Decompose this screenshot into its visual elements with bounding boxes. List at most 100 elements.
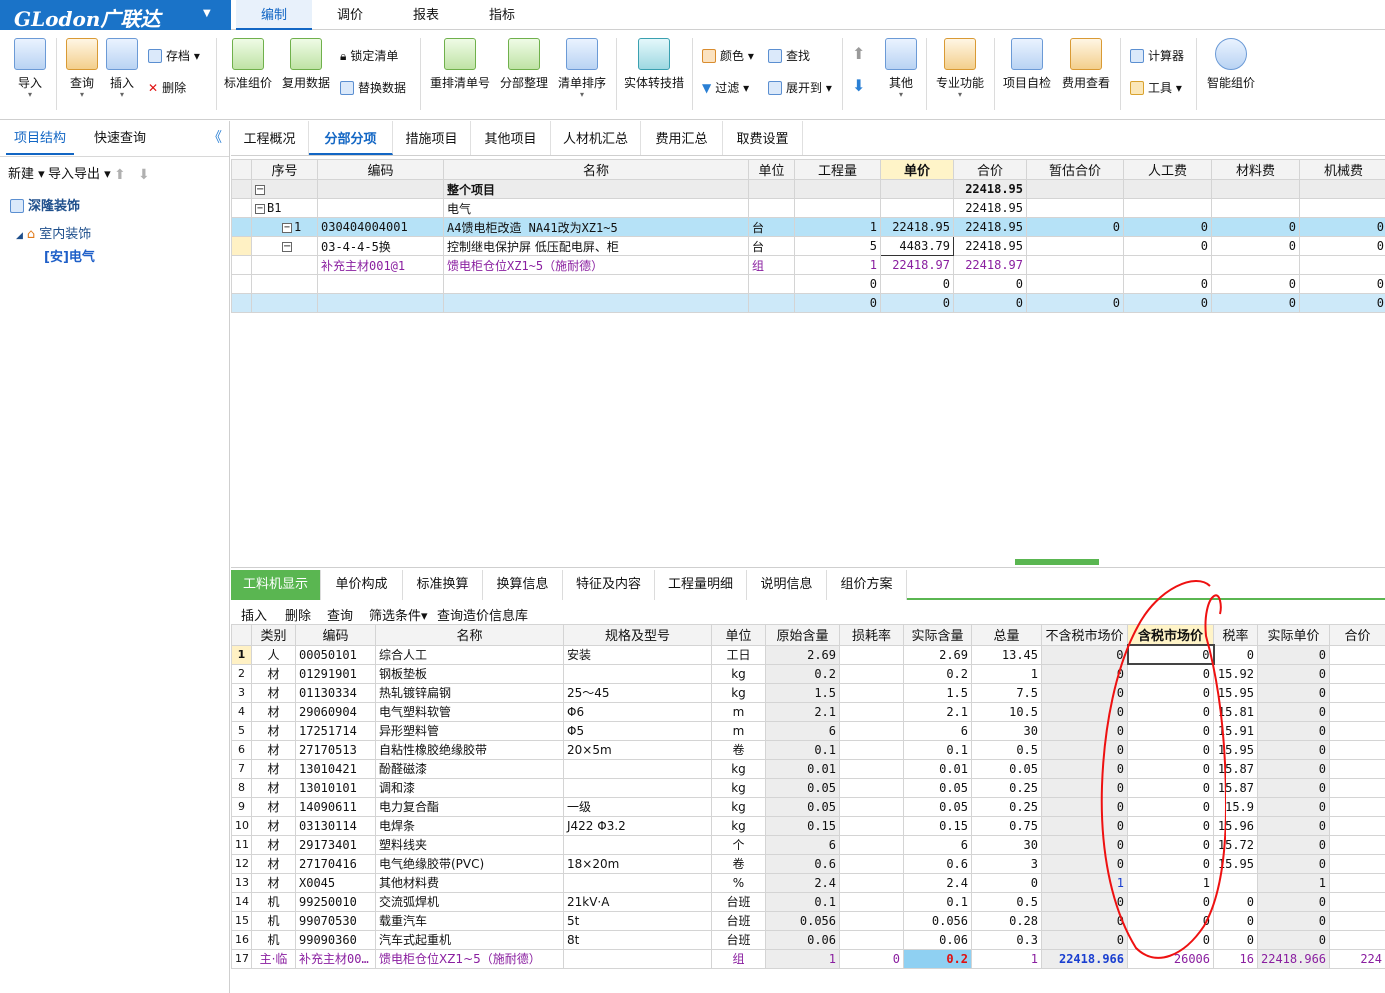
reuse-data-button[interactable]: 复用数据 (280, 38, 332, 108)
collapse-pane-icon[interactable]: 《 (208, 127, 222, 147)
col-spec[interactable]: 规格及型号 (563, 624, 712, 646)
down-arrow-icon[interactable]: ⬇ (138, 165, 150, 185)
table-row[interactable]: 0 0 0 0 0 0 0 (231, 293, 1385, 313)
collapse-icon[interactable]: − (255, 184, 265, 195)
col-est-total[interactable]: 暂估合价 (1026, 159, 1124, 180)
tree-child-node[interactable]: ◢ ⌂ 室内装饰 (16, 225, 91, 245)
col-name[interactable]: 名称 (375, 624, 564, 646)
col-unit[interactable]: 单位 (711, 624, 766, 646)
menu-tab-edit[interactable]: 编制 (236, 0, 312, 30)
color-button[interactable]: 颜色 ▾ (702, 46, 754, 66)
chevron-down-icon[interactable]: ▼ (203, 8, 211, 19)
self-check-button[interactable]: 项目自检 (1000, 38, 1054, 108)
tree-leaf-node[interactable]: [安]电气 (44, 248, 95, 268)
table-row[interactable]: 0 0 0 0 0 0 (231, 274, 1385, 294)
col-total-qty[interactable]: 总量 (971, 624, 1042, 646)
filter-condition-button[interactable]: 筛选条件▾ (369, 605, 428, 624)
tab-sections[interactable]: 分部分项 (309, 121, 393, 155)
tab-overview[interactable]: 工程概况 (231, 121, 309, 155)
expand-to-button[interactable]: 展开到 ▾ (768, 78, 832, 98)
tab-conversion-info[interactable]: 换算信息 (483, 570, 563, 600)
delete-detail-button[interactable]: 删除 (285, 605, 311, 624)
col-material[interactable]: 材料费 (1211, 159, 1300, 180)
col-seq[interactable]: 序号 (251, 159, 318, 180)
binoculars-icon (768, 49, 782, 63)
collapse-icon[interactable]: − (282, 222, 292, 233)
up-arrow-icon[interactable]: ⬆ (114, 165, 126, 185)
table-row[interactable]: − 03-4-4-5换 控制继电保护屏 低压配电屏、柜 台 5 4483.79 … (231, 236, 1385, 256)
tree-root-node[interactable]: 深隆装饰 (10, 197, 80, 217)
table-row[interactable]: − 整个项目 22418.95 (231, 179, 1385, 199)
col-actual-content[interactable]: 实际含量 (903, 624, 972, 646)
col-code[interactable]: 编码 (317, 159, 444, 180)
table-row[interactable]: 补充主材001@1 馈电柜仓位XZ1~5（施耐德） 组 1 22418.97 2… (231, 255, 1385, 275)
delete-button[interactable]: ✕ 删除 (148, 78, 186, 98)
col-actual-price[interactable]: 实际单价 (1257, 624, 1330, 646)
tab-cost-summary[interactable]: 费用汇总 (641, 121, 723, 155)
tab-project-structure[interactable]: 项目结构 (6, 121, 74, 155)
col-name[interactable]: 名称 (443, 159, 749, 180)
col-total[interactable]: 合价 (953, 159, 1027, 180)
smart-price-button[interactable]: 智能组价 (1202, 38, 1260, 108)
query-button[interactable]: 查询 ▾ (60, 38, 104, 108)
new-button[interactable]: 新建 ▾ (8, 165, 45, 185)
tab-labor-material-summary[interactable]: 人材机汇总 (551, 121, 641, 155)
replace-data-button[interactable]: 替换数据 (340, 78, 406, 98)
cost-view-button[interactable]: 费用查看 (1058, 38, 1114, 108)
filter-button[interactable]: ▼ 过滤 ▾ (702, 78, 749, 98)
insert-button[interactable]: 插入 ▾ (102, 38, 142, 108)
save-button[interactable]: 存档 ▾ (148, 46, 200, 66)
menu-tab-index[interactable]: 指标 (464, 0, 540, 30)
import-export-button[interactable]: 导入导出 ▾ (48, 165, 111, 185)
renumber-button[interactable]: 重排清单号 (428, 38, 492, 108)
tab-quantity-detail[interactable]: 工程量明细 (655, 570, 747, 600)
pro-function-button[interactable]: 专业功能 ▾ (932, 38, 988, 108)
tab-unit-price-composition[interactable]: 单价构成 (321, 570, 403, 600)
tab-standard-conversion[interactable]: 标准换算 (403, 570, 483, 600)
unit-price-cell-editing[interactable]: 4483.79 (880, 236, 954, 256)
calculator-button[interactable]: 计算器 (1130, 46, 1184, 66)
col-unit[interactable]: 单位 (748, 159, 795, 180)
collapse-triangle-icon[interactable]: ◢ (16, 231, 23, 241)
find-button[interactable]: 查找 (768, 46, 810, 66)
tab-measures[interactable]: 措施项目 (393, 121, 471, 155)
section-sort-button[interactable]: 分部整理 (498, 38, 550, 108)
app-logo[interactable]: GLodon广联达 ▼ (0, 0, 231, 31)
tab-description[interactable]: 说明信息 (747, 570, 827, 600)
tab-fee-settings[interactable]: 取费设置 (723, 121, 803, 155)
col-original-content[interactable]: 原始含量 (765, 624, 840, 646)
col-machine[interactable]: 机械费 (1299, 159, 1385, 180)
import-button[interactable]: 导入 ▾ (8, 38, 52, 108)
other-button[interactable]: 其他 ▾ (880, 38, 922, 108)
collapse-icon[interactable]: − (282, 241, 292, 252)
col-qty[interactable]: 工程量 (794, 159, 881, 180)
lock-list-button[interactable]: 🔒︎ 锁定清单 (340, 46, 398, 66)
col-loss-rate[interactable]: 损耗率 (839, 624, 904, 646)
tab-quick-query[interactable]: 快速查询 (84, 121, 156, 155)
standard-price-button[interactable]: 标准组价 (222, 38, 274, 108)
convert-button[interactable]: 实体转技措 (622, 38, 686, 108)
move-down-icon[interactable]: ⬇ (852, 76, 865, 96)
menu-tab-report[interactable]: 报表 (388, 0, 464, 30)
tab-pricing-plan[interactable]: 组价方案 (827, 570, 907, 600)
insert-detail-button[interactable]: 插入 (241, 605, 267, 624)
splitter-handle[interactable] (1015, 559, 1099, 565)
table-row[interactable]: −1 030404004001 A4馈电柜改造 NA41改为XZ1~5 台 1 … (231, 217, 1385, 237)
list-sort-button[interactable]: 清单排序 ▾ (556, 38, 608, 108)
col-sum[interactable]: 合价 (1329, 624, 1385, 646)
move-up-icon[interactable]: ⬆ (852, 44, 865, 64)
price-library-button[interactable]: 查询造价信息库 (437, 605, 528, 624)
tab-labor-material-display[interactable]: 工料机显示 (231, 570, 321, 600)
tools-button[interactable]: 工具 ▾ (1130, 78, 1182, 98)
table-row[interactable]: − B1 电气 22418.95 (231, 198, 1385, 218)
col-unit-price[interactable]: 单价 (880, 159, 954, 180)
query-detail-button[interactable]: 查询 (327, 605, 353, 624)
col-labor[interactable]: 人工费 (1123, 159, 1212, 180)
tab-other-items[interactable]: 其他项目 (471, 121, 551, 155)
menu-tab-adjust[interactable]: 调价 (312, 0, 388, 30)
collapse-icon[interactable]: − (255, 203, 265, 214)
col-code[interactable]: 编码 (295, 624, 376, 646)
table-header-row: 序号 编码 名称 单位 工程量 单价 合价 暂估合价 人工费 材料费 机械费 (231, 159, 1385, 180)
col-category[interactable]: 类别 (251, 624, 296, 646)
tab-features[interactable]: 特征及内容 (563, 570, 655, 600)
